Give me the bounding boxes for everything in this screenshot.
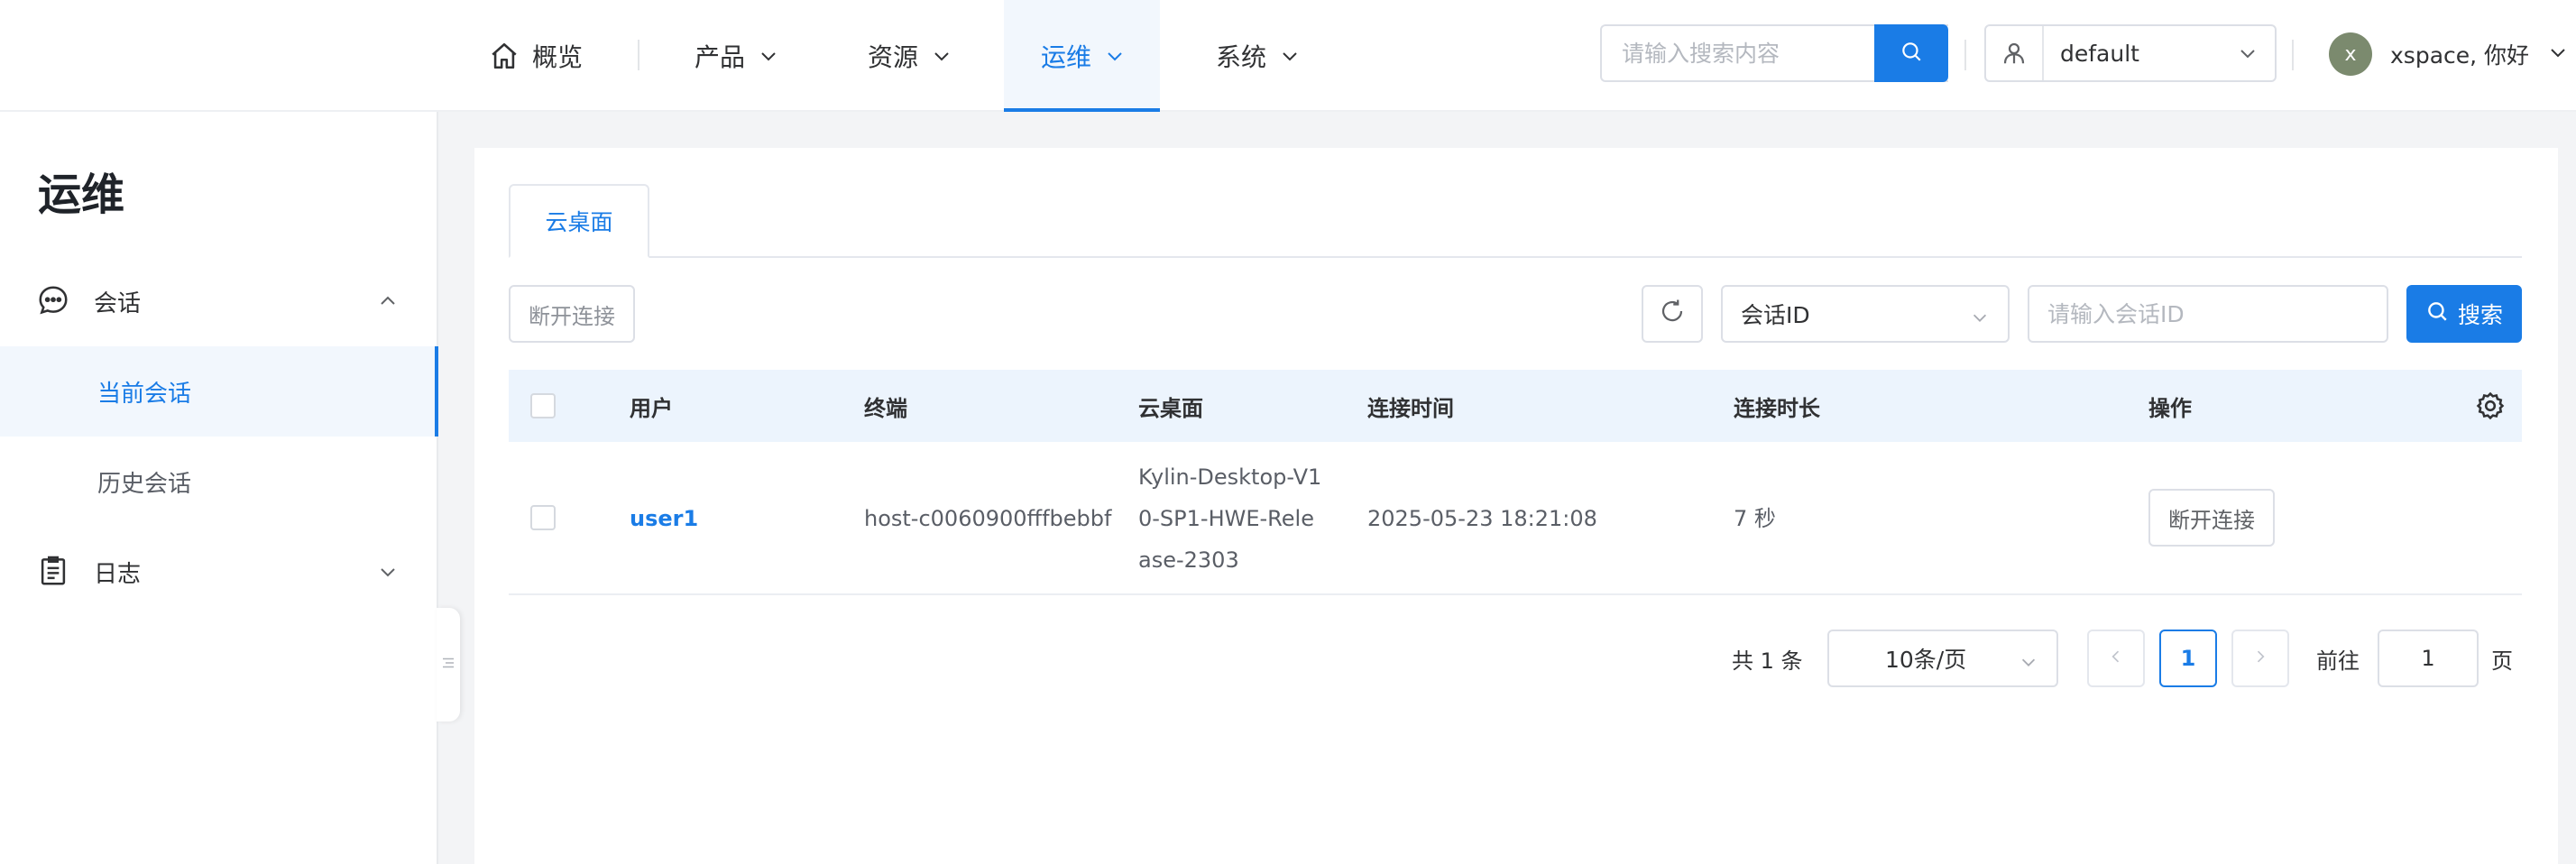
column-header-terminal: 终端 (864, 395, 907, 421)
row-checkbox[interactable] (530, 505, 556, 530)
search-button-label: 搜索 (2457, 302, 2503, 328)
column-header-duration: 连接时长 (1734, 395, 1820, 421)
chat-icon (36, 283, 70, 321)
filter-field-value: 会话ID (1741, 302, 1810, 328)
content-card: 云桌面 断开连接 会话ID 搜索 用户 终端 云桌面 连接时间 连接时长 操作 (474, 148, 2558, 864)
chevron-down-icon (1104, 45, 1126, 67)
column-header-user: 用户 (630, 395, 673, 421)
page-number-button[interactable]: 1 (2159, 630, 2217, 687)
prev-page-button[interactable] (2087, 630, 2145, 687)
tabs-divider (509, 256, 2522, 258)
sidebar-item-history-sessions[interactable]: 历史会话 (0, 437, 437, 527)
search-button[interactable]: 搜索 (2406, 285, 2522, 343)
tab-cloud-desktop[interactable]: 云桌面 (509, 184, 649, 258)
sidebar-group-label: 会话 (94, 290, 142, 317)
sidebar-group-sessions[interactable]: 会话 (0, 265, 437, 337)
sidebar-group-label: 日志 (94, 560, 142, 588)
table-row: user1 host-c0060900fffbebbf Kylin-Deskto… (509, 442, 2522, 595)
search-icon (1900, 40, 1923, 67)
nav-item-label: 运维 (1041, 42, 1092, 72)
cell-desktop-line: ase-2303 (1138, 547, 1239, 573)
clipboard-icon (36, 554, 70, 592)
cell-desktop-line: Kylin-Desktop-V1 (1138, 464, 1322, 490)
user-menu[interactable]: x xspace, 你好 (2329, 27, 2569, 81)
page-size-select[interactable]: 10条/页 (1827, 630, 2058, 687)
chevron-down-icon (1970, 307, 1990, 333)
chevron-down-icon (2547, 41, 2569, 67)
table-header: 用户 终端 云桌面 连接时间 连接时长 操作 (509, 370, 2522, 442)
chevron-right-icon (2251, 646, 2269, 671)
chevron-down-icon (2019, 651, 2038, 677)
next-page-button[interactable] (2231, 630, 2289, 687)
nav-item-label: 系统 (1216, 42, 1267, 72)
cell-desktop: Kylin-Desktop-V1 0-SP1-HWE-Rele ase-2303 (1138, 456, 1321, 581)
search-icon (2425, 299, 2449, 328)
nav-item-products[interactable]: 产品 (695, 0, 779, 112)
row-disconnect-button[interactable]: 断开连接 (2148, 489, 2275, 547)
collapse-icon (440, 655, 456, 675)
namespace-value: default (2060, 40, 2139, 67)
chevron-up-icon (377, 290, 399, 316)
nav-item-operations[interactable]: 运维 (1004, 0, 1160, 112)
user-greeting: xspace, 你好 (2390, 42, 2530, 69)
top-navbar: 概览 产品 资源 运维 系统 default (0, 0, 2576, 112)
user-group-icon (1986, 26, 2044, 80)
nav-item-system[interactable]: 系统 (1216, 0, 1301, 112)
cell-connect-time: 2025-05-23 18:21:08 (1367, 506, 1597, 531)
nav-item-label: 概览 (532, 42, 584, 72)
refresh-button[interactable] (1642, 285, 1703, 343)
column-header-connect-time: 连接时间 (1367, 395, 1454, 421)
column-header-action: 操作 (2148, 395, 2192, 421)
chevron-down-icon (377, 561, 399, 586)
namespace-select[interactable]: default (1984, 24, 2277, 82)
sidebar: 运维 会话 当前会话 历史会话 日志 (0, 112, 438, 864)
cell-duration: 7 秒 (1734, 506, 1776, 531)
nav-item-overview[interactable]: 概览 (489, 0, 583, 112)
chevron-down-icon (931, 45, 952, 67)
cell-desktop-line: 0-SP1-HWE-Rele (1138, 506, 1314, 531)
nav-item-label: 产品 (695, 42, 746, 72)
filter-field-select[interactable]: 会话ID (1721, 285, 2010, 343)
chevron-left-icon (2107, 646, 2125, 671)
chevron-down-icon (1279, 45, 1301, 67)
nav-divider (638, 40, 639, 70)
column-header-desktop: 云桌面 (1138, 395, 1203, 421)
sidebar-group-logs[interactable]: 日志 (0, 536, 437, 608)
select-all-checkbox[interactable] (530, 393, 556, 418)
nav-divider (1964, 40, 1966, 70)
sidebar-title: 运维 (38, 170, 125, 220)
goto-label: 前往 (2316, 648, 2360, 674)
home-icon (489, 41, 520, 71)
chevron-down-icon (758, 45, 779, 67)
session-id-input[interactable] (2028, 285, 2388, 343)
gear-icon[interactable] (2475, 370, 2506, 442)
pagination-total: 共 1 条 (1732, 648, 1803, 674)
nav-item-resources[interactable]: 资源 (868, 0, 952, 112)
goto-page-input[interactable]: 1 (2378, 630, 2479, 687)
cell-user[interactable]: user1 (630, 498, 698, 539)
avatar: x (2329, 32, 2372, 76)
sidebar-item-label: 历史会话 (97, 470, 192, 498)
nav-item-label: 资源 (868, 42, 919, 72)
sidebar-item-label: 当前会话 (97, 380, 192, 408)
cell-terminal: host-c0060900fffbebbf (864, 506, 1112, 531)
refresh-icon (1659, 298, 1686, 330)
chevron-down-icon (2221, 42, 2275, 64)
page-size-value: 10条/页 (1885, 647, 1967, 673)
sidebar-collapse-handle[interactable] (437, 608, 460, 722)
global-search-button[interactable] (1874, 24, 1948, 82)
sidebar-item-current-sessions[interactable]: 当前会话 (0, 346, 438, 437)
bulk-disconnect-button[interactable]: 断开连接 (509, 285, 635, 343)
page-unit-label: 页 (2491, 648, 2513, 674)
nav-divider (2292, 40, 2294, 70)
